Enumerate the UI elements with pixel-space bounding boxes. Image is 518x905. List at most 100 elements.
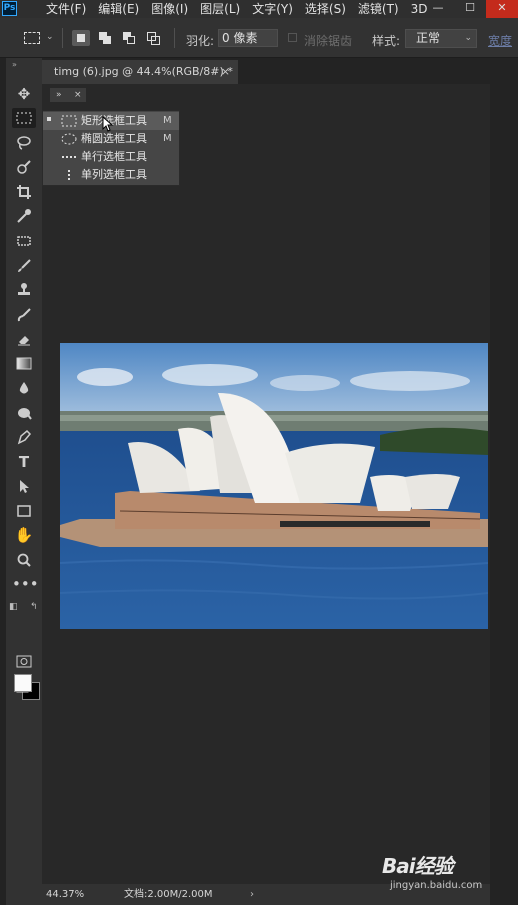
style-select[interactable]: 正常 ⌄ — [405, 29, 477, 48]
flyout-item-label: 单行选框工具 — [81, 150, 147, 163]
add-to-selection-button[interactable] — [96, 30, 114, 46]
marquee-icon — [16, 112, 32, 124]
rectangle-tool-icon[interactable] — [12, 501, 36, 521]
quick-selection-tool-icon[interactable] — [12, 158, 36, 178]
gradient-icon — [16, 357, 32, 370]
flyout-item-single-row-marquee[interactable]: 单行选框工具 — [43, 148, 179, 166]
width-label: 宽度 — [488, 34, 513, 48]
quick-select-icon — [17, 160, 31, 174]
document-info: 文档:2.00M/2.00M — [124, 889, 213, 900]
feather-input[interactable]: 0 像素 — [218, 29, 278, 47]
menu-edit[interactable]: 编辑(E) — [98, 0, 139, 18]
active-indicator — [47, 117, 51, 121]
pen-tool-icon[interactable] — [12, 427, 36, 447]
rect-marquee-icon — [61, 115, 77, 127]
menu-layer[interactable]: 图层(L) — [200, 0, 240, 18]
chevron-down-icon[interactable]: ⌄ — [46, 32, 54, 42]
history-brush-icon — [17, 308, 31, 322]
maximize-button[interactable]: ☐ — [454, 0, 486, 18]
subtract-from-selection-button[interactable] — [120, 30, 138, 46]
eraser-icon — [18, 336, 30, 346]
eyedropper-tool-icon[interactable] — [12, 206, 36, 226]
dodge-icon — [18, 408, 32, 420]
document-tab-bar: timg (6).jpg @ 44.4%(RGB/8#) * × — [42, 58, 518, 84]
lasso-tool-icon[interactable] — [12, 133, 36, 153]
style-select-value: 正常 — [416, 31, 441, 45]
spot-healing-tool-icon[interactable] — [12, 231, 36, 251]
flyout-item-shortcut: M — [163, 115, 172, 126]
type-tool-icon[interactable]: T — [12, 452, 36, 472]
rectangle-icon — [17, 505, 31, 517]
close-window-button[interactable]: ✕ — [486, 0, 518, 18]
panel-grip-icon[interactable]: » — [12, 60, 17, 69]
subtract-selection-icon-part — [127, 36, 135, 44]
photoshop-logo: Ps — [2, 1, 17, 16]
new-selection-icon — [77, 34, 85, 42]
menu-image[interactable]: 图像(I) — [151, 0, 188, 18]
gradient-tool-icon[interactable] — [12, 354, 36, 374]
close-icon[interactable]: × — [74, 88, 82, 102]
crop-tool-icon[interactable] — [12, 182, 36, 202]
menu-file[interactable]: 文件(F) — [46, 0, 86, 18]
dodge-tool-icon[interactable] — [12, 403, 36, 423]
menu-filter[interactable]: 滤镜(T) — [358, 0, 399, 18]
opera-house-photo — [60, 343, 488, 629]
minimize-button[interactable]: — — [422, 0, 454, 18]
antialias-checkbox[interactable] — [288, 33, 297, 42]
style-label: 样式: — [372, 34, 401, 48]
single-column-marquee-icon — [68, 170, 70, 182]
mask-icon — [16, 655, 32, 668]
flyout-item-label: 单列选框工具 — [81, 168, 147, 181]
move-tool-icon[interactable]: ✥ — [12, 84, 36, 104]
baidu-jingyan-watermark: Bai经验 jingyan.baidu.com — [382, 850, 518, 900]
options-bar: ⌄ 羽化: 0 像素 消除锯齿 样式: 正常 ⌄ 宽度 — [0, 18, 518, 58]
zoom-level-field[interactable]: 44.37% — [42, 884, 94, 905]
blur-tool-icon[interactable] — [12, 378, 36, 398]
antialias-label: 消除锯齿 — [304, 34, 353, 48]
foreground-color-swatch[interactable] — [14, 674, 32, 692]
add-selection-icon-part — [103, 36, 111, 44]
tools-panel: » ✥ T ✋ ••• ◧ ↰ — [6, 58, 42, 905]
chevron-down-icon: ⌄ — [464, 33, 472, 43]
new-selection-button[interactable] — [72, 30, 90, 46]
quick-mask-icon[interactable] — [12, 652, 36, 672]
clone-stamp-tool-icon[interactable] — [12, 280, 36, 300]
window-controls: — ☐ ✕ — [422, 0, 518, 18]
status-menu-arrow[interactable]: › — [250, 884, 254, 905]
flyout-item-shortcut: M — [163, 133, 172, 144]
vertical-scrollbar[interactable] — [490, 84, 518, 884]
watermark-url: jingyan.baidu.com — [390, 880, 483, 891]
feather-label: 羽化: — [186, 34, 215, 48]
expand-icon[interactable]: » — [56, 88, 62, 102]
flyout-item-single-column-marquee[interactable]: 单列选框工具 — [43, 166, 179, 184]
brush-tool-icon[interactable] — [12, 256, 36, 276]
tool-preset-icon[interactable] — [24, 32, 40, 44]
menu-type[interactable]: 文字(Y) — [252, 0, 293, 18]
zoom-tool-icon[interactable] — [12, 550, 36, 570]
intersect-selection-button[interactable] — [144, 30, 162, 46]
history-brush-tool-icon[interactable] — [12, 305, 36, 325]
document-tab-title: timg (6).jpg @ 44.4%(RGB/8#) * — [54, 65, 233, 78]
document-tab[interactable]: timg (6).jpg @ 44.4%(RGB/8#) * × — [42, 60, 238, 84]
intersect-selection-icon-part — [151, 36, 160, 45]
menu-select[interactable]: 选择(S) — [305, 0, 346, 18]
document-image — [60, 343, 488, 629]
ellipse-marquee-icon — [61, 133, 77, 145]
swap-colors-icon[interactable]: ↰ — [30, 602, 38, 612]
path-selection-tool-icon[interactable] — [12, 476, 36, 496]
hand-tool-icon[interactable]: ✋ — [12, 525, 36, 545]
single-row-marquee-icon — [62, 156, 76, 158]
flyout-item-ellipse-marquee[interactable]: 椭圆选框工具 M — [43, 130, 179, 148]
watermark-logo-text: Bai经验 — [382, 854, 454, 878]
default-colors-icon[interactable]: ◧ — [9, 602, 18, 612]
crop-icon — [17, 185, 31, 199]
pen-icon — [17, 429, 32, 445]
divider — [174, 28, 175, 48]
healing-icon — [17, 236, 31, 246]
more-tools-icon[interactable]: ••• — [12, 574, 39, 594]
close-icon[interactable]: × — [221, 60, 230, 84]
menu-bar: Ps 文件(F) 编辑(E) 图像(I) 图层(L) 文字(Y) 选择(S) 滤… — [0, 0, 518, 18]
lasso-icon — [17, 136, 31, 150]
eraser-tool-icon[interactable] — [12, 329, 36, 349]
rect-marquee-tool-icon[interactable] — [12, 108, 36, 128]
